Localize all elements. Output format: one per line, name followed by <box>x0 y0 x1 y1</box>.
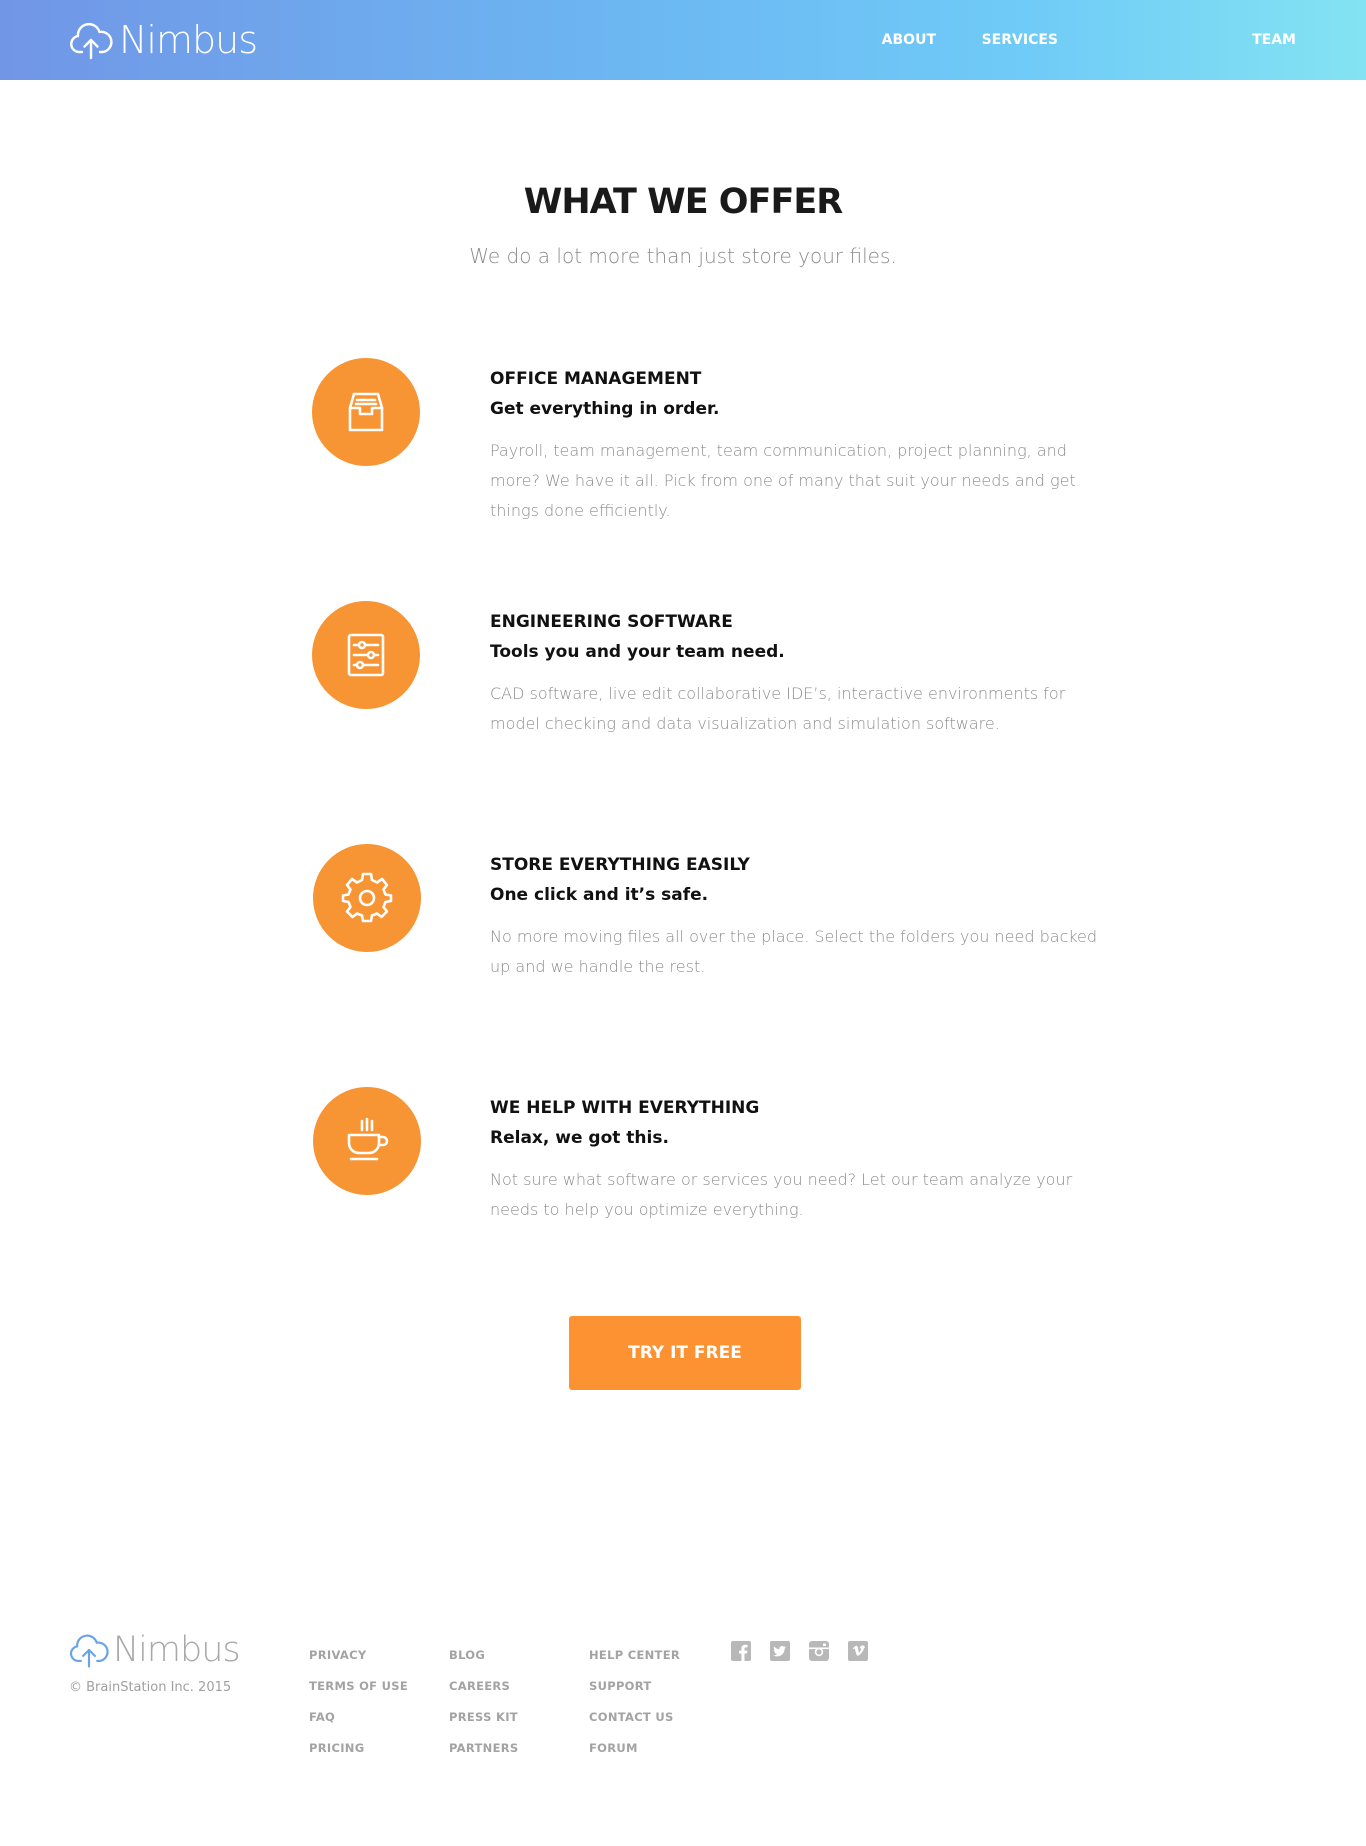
footer-link-terms[interactable]: TERMS OF USE <box>309 1671 408 1702</box>
section-title: WHAT WE OFFER <box>523 182 843 222</box>
footer-link-forum[interactable]: FORUM <box>589 1733 680 1764</box>
twitter-icon[interactable] <box>770 1641 790 1661</box>
footer-links-company: BLOG CAREERS PRESS KIT PARTNERS <box>449 1640 518 1764</box>
feature-title: WE HELP WITH EVERYTHING <box>490 1098 760 1118</box>
footer-link-contact-us[interactable]: CONTACT US <box>589 1702 680 1733</box>
footer-link-privacy[interactable]: PRIVACY <box>309 1640 408 1671</box>
feature-tagline: Relax, we got this. <box>490 1128 669 1148</box>
try-it-free-button[interactable]: TRY IT FREE <box>569 1316 801 1390</box>
nav-services[interactable]: SERVICES <box>982 31 1058 49</box>
footer-link-careers[interactable]: CAREERS <box>449 1671 518 1702</box>
feature-description: CAD software, live edit collaborative ID… <box>490 684 1066 733</box>
feature-title: OFFICE MANAGEMENT <box>490 369 702 389</box>
feature-icon-circle <box>312 601 420 709</box>
feature-description: No more moving files all over the place.… <box>490 927 1098 976</box>
footer-link-pricing[interactable]: PRICING <box>309 1733 408 1764</box>
feature-icon-circle <box>313 1087 421 1195</box>
cloud-upload-icon <box>70 22 113 60</box>
facebook-icon[interactable] <box>731 1641 751 1661</box>
social-links <box>731 1641 887 1661</box>
logo-text: Nimbus <box>119 18 258 62</box>
footer-link-partners[interactable]: PARTNERS <box>449 1733 518 1764</box>
footer-logo[interactable]: Nimbus <box>69 1630 241 1670</box>
site-header: Nimbus ABOUT SERVICES TEAM <box>0 0 1366 80</box>
footer-link-help-center[interactable]: HELP CENTER <box>589 1640 680 1671</box>
inbox-tray-icon <box>348 392 384 432</box>
feature-icon-circle <box>313 844 421 952</box>
footer-link-blog[interactable]: BLOG <box>449 1640 518 1671</box>
feature-tagline: One click and it’s safe. <box>490 885 709 905</box>
nav-about[interactable]: ABOUT <box>882 31 936 49</box>
feature-tagline: Tools you and your team need. <box>490 642 785 662</box>
footer-link-support[interactable]: SUPPORT <box>589 1671 680 1702</box>
feature-title: STORE EVERYTHING EASILY <box>490 855 750 875</box>
coffee-cup-icon <box>347 1117 389 1161</box>
sliders-icon <box>347 633 385 677</box>
feature-icon-circle <box>312 358 420 466</box>
footer-link-faq[interactable]: FAQ <box>309 1702 408 1733</box>
footer-logo-text: Nimbus <box>113 1630 241 1670</box>
section-subtitle: We do a lot more than just store your fi… <box>469 244 897 268</box>
feature-description: Payroll, team management, team communica… <box>490 441 1076 520</box>
footer-links-support: HELP CENTER SUPPORT CONTACT US FORUM <box>589 1640 680 1764</box>
feature-title: ENGINEERING SOFTWARE <box>490 612 733 632</box>
vimeo-icon[interactable] <box>848 1641 868 1661</box>
footer-link-press-kit[interactable]: PRESS KIT <box>449 1702 518 1733</box>
footer-links-legal: PRIVACY TERMS OF USE FAQ PRICING <box>309 1640 408 1764</box>
gear-icon <box>341 872 393 923</box>
feature-tagline: Get everything in order. <box>490 399 720 419</box>
nav-team[interactable]: TEAM <box>1252 31 1296 49</box>
copyright: © BrainStation Inc. 2015 <box>69 1680 232 1695</box>
header-logo[interactable]: Nimbus <box>69 18 258 62</box>
feature-description: Not sure what software or services you n… <box>490 1170 1073 1219</box>
cloud-upload-icon <box>69 1634 109 1668</box>
instagram-icon[interactable] <box>809 1641 829 1661</box>
